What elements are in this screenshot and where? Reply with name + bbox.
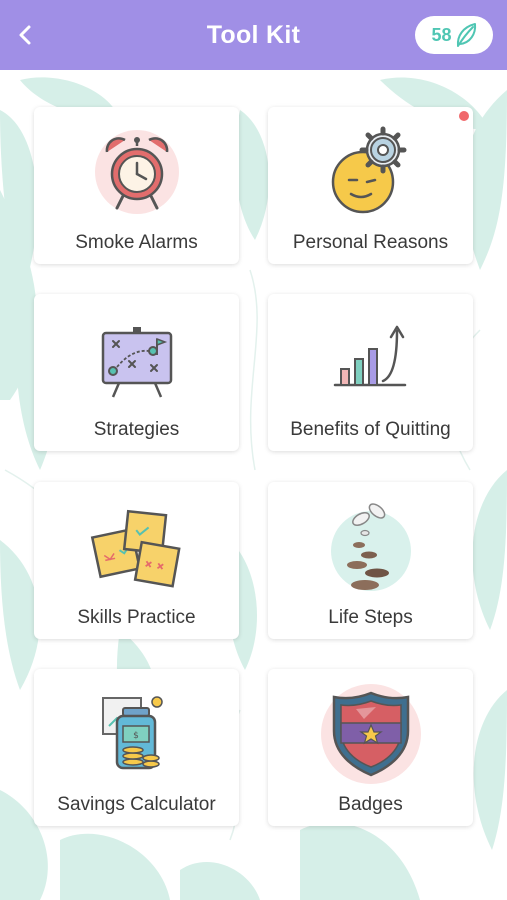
leaf-icon [456, 23, 476, 47]
alarm-clock-icon [94, 130, 179, 214]
card-smoke-alarms[interactable]: Smoke Alarms [34, 107, 239, 264]
points-count: 58 [431, 24, 452, 45]
growth-chart-icon [333, 325, 406, 387]
card-strategies[interactable]: Strategies [34, 294, 239, 451]
card-savings-calculator[interactable]: $ Savings Calculator [34, 669, 239, 826]
card-label: Savings Calculator [57, 794, 216, 815]
card-personal-reasons[interactable]: Personal Reasons [268, 107, 473, 264]
back-button[interactable] [8, 18, 42, 52]
card-label: Skills Practice [77, 607, 196, 628]
card-life-steps[interactable]: Life Steps [268, 482, 473, 639]
savings-jar-icon: $ [101, 696, 163, 770]
stepping-stones-icon [330, 503, 411, 591]
header-bar: Tool Kit 58 [0, 0, 507, 70]
card-benefits-of-quitting[interactable]: Benefits of Quitting [268, 294, 473, 451]
strategy-board-icon [101, 327, 172, 398]
card-label: Strategies [93, 419, 180, 440]
card-label: Smoke Alarms [75, 232, 198, 253]
card-label: Personal Reasons [292, 232, 449, 253]
shield-badge-icon [320, 684, 421, 784]
card-badges[interactable]: Badges [268, 669, 473, 826]
notification-dot [459, 111, 469, 121]
card-label: Benefits of Quitting [290, 419, 451, 440]
thinking-face-gear-icon [331, 126, 406, 214]
card-label: Life Steps [328, 607, 413, 628]
card-label: Badges [338, 794, 403, 815]
card-skills-practice[interactable]: Skills Practice [34, 482, 239, 639]
svg-text:$: $ [133, 731, 139, 741]
chevron-left-icon [19, 25, 31, 45]
sticky-notes-icon [90, 509, 181, 588]
points-badge[interactable]: 58 [415, 16, 493, 54]
toolkit-grid: Smoke Alarms Personal Reasons Strategies… [0, 0, 507, 900]
